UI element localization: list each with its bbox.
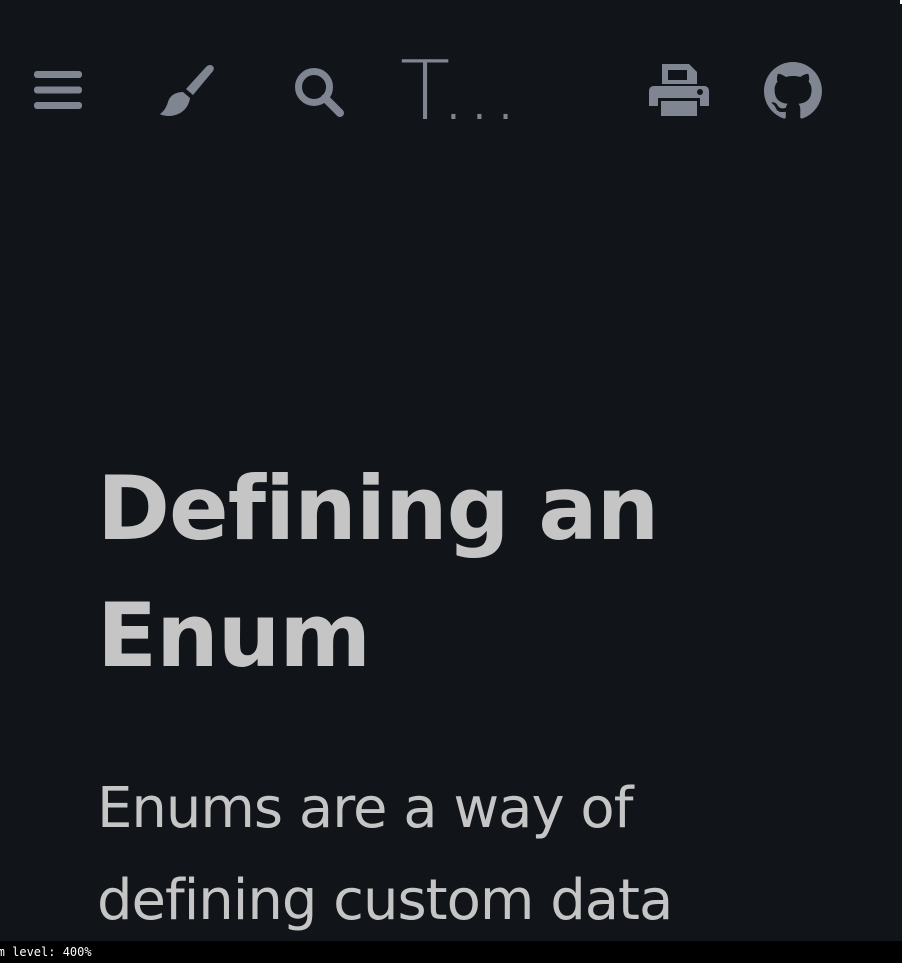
theme-button[interactable]	[158, 62, 216, 118]
sidebar-toggle-button[interactable]	[34, 68, 82, 112]
search-button[interactable]	[293, 66, 345, 118]
github-icon	[764, 62, 822, 119]
hamburger-menu-icon	[34, 71, 82, 109]
page-heading: Defining an Enum	[97, 457, 659, 687]
main-content: Defining an Enum Enums are a way of defi…	[97, 445, 817, 941]
print-button[interactable]	[648, 62, 710, 118]
book-title: T...	[400, 44, 519, 139]
intro-paragraph: Enums are a way of defining custom data	[97, 776, 673, 933]
printer-icon	[649, 64, 709, 116]
menu-bar: T...	[0, 0, 902, 185]
github-button[interactable]	[764, 62, 822, 120]
paintbrush-icon	[160, 65, 214, 116]
search-icon	[295, 68, 344, 117]
zoom-level-text: Zoom level: 400%	[0, 945, 92, 959]
status-bar: Zoom level: 400%	[0, 941, 902, 963]
page: T... Defining an Enum Enums are a way of…	[0, 0, 902, 941]
